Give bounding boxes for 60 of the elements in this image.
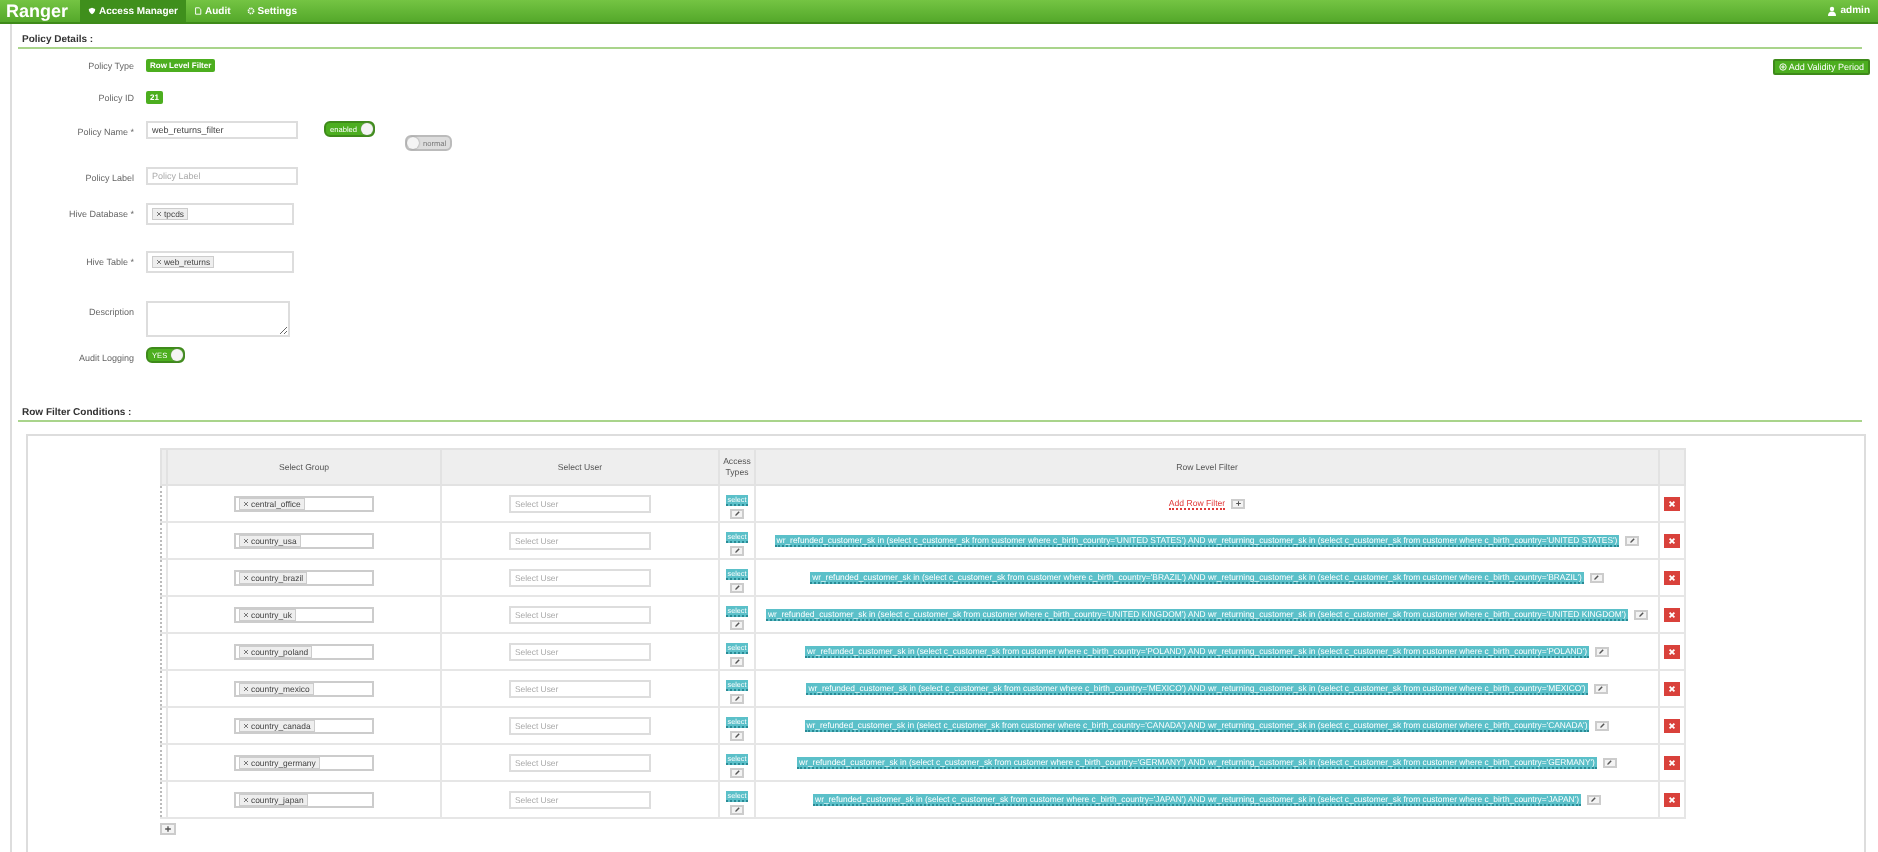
edit-button[interactable] bbox=[1634, 609, 1649, 620]
plus-icon bbox=[163, 824, 173, 834]
pencil-icon bbox=[1637, 611, 1645, 618]
close-icon bbox=[1666, 534, 1678, 547]
pencil-icon bbox=[1628, 537, 1636, 544]
pencil-icon bbox=[1593, 574, 1601, 581]
pencil-icon bbox=[733, 695, 741, 702]
edit-button[interactable] bbox=[1595, 720, 1610, 731]
edit-button[interactable] bbox=[730, 767, 744, 778]
edit-button[interactable] bbox=[730, 582, 744, 593]
pencil-icon bbox=[733, 769, 741, 776]
edit-button[interactable] bbox=[730, 730, 744, 741]
close-icon bbox=[1666, 497, 1678, 510]
delete-button[interactable] bbox=[1664, 644, 1680, 659]
pencil-icon bbox=[733, 658, 741, 665]
close-icon bbox=[1666, 793, 1678, 806]
delete-button[interactable] bbox=[1664, 533, 1680, 548]
pencil-icon bbox=[1598, 648, 1606, 655]
user-icon bbox=[1826, 5, 1837, 17]
pencil-icon bbox=[733, 547, 741, 554]
pencil-icon bbox=[1606, 759, 1614, 766]
pencil-icon bbox=[1598, 722, 1606, 729]
edit-button[interactable] bbox=[730, 804, 744, 815]
delete-button[interactable] bbox=[1664, 570, 1680, 585]
pencil-icon bbox=[733, 621, 741, 628]
edit-button[interactable] bbox=[730, 656, 744, 667]
edit-button[interactable] bbox=[730, 619, 744, 630]
edit-button[interactable] bbox=[1586, 794, 1601, 805]
close-icon bbox=[1666, 608, 1678, 621]
close-icon bbox=[1666, 682, 1678, 695]
close-icon bbox=[1666, 645, 1678, 658]
delete-button[interactable] bbox=[1664, 681, 1680, 696]
pencil-icon bbox=[733, 806, 741, 813]
close-icon bbox=[1666, 756, 1678, 769]
delete-button[interactable] bbox=[1664, 718, 1680, 733]
pencil-icon bbox=[733, 732, 741, 739]
gear-icon bbox=[246, 7, 255, 15]
edit-button[interactable] bbox=[730, 545, 744, 556]
pencil-icon bbox=[733, 584, 741, 591]
edit-button[interactable] bbox=[730, 508, 744, 519]
edit-button[interactable] bbox=[1595, 646, 1609, 657]
pencil-icon bbox=[733, 510, 741, 517]
shield-icon bbox=[88, 7, 96, 15]
description-field[interactable] bbox=[146, 301, 290, 337]
pencil-icon bbox=[1597, 685, 1605, 692]
edit-button[interactable] bbox=[1602, 757, 1617, 768]
close-icon bbox=[1666, 571, 1678, 584]
edit-button[interactable] bbox=[1593, 683, 1608, 694]
delete-button[interactable] bbox=[1664, 755, 1680, 770]
edit-button[interactable] bbox=[730, 693, 744, 704]
add-button[interactable] bbox=[1231, 498, 1246, 509]
edit-button[interactable] bbox=[1589, 572, 1604, 583]
delete-button[interactable] bbox=[1664, 792, 1680, 807]
delete-button[interactable] bbox=[1664, 607, 1680, 622]
edit-button[interactable] bbox=[1625, 535, 1640, 546]
brand-logo: Ranger bbox=[4, 0, 70, 22]
pencil-icon bbox=[1590, 796, 1598, 803]
close-icon bbox=[1666, 719, 1678, 732]
add-row-button[interactable] bbox=[160, 823, 176, 835]
delete-button[interactable] bbox=[1664, 496, 1680, 511]
